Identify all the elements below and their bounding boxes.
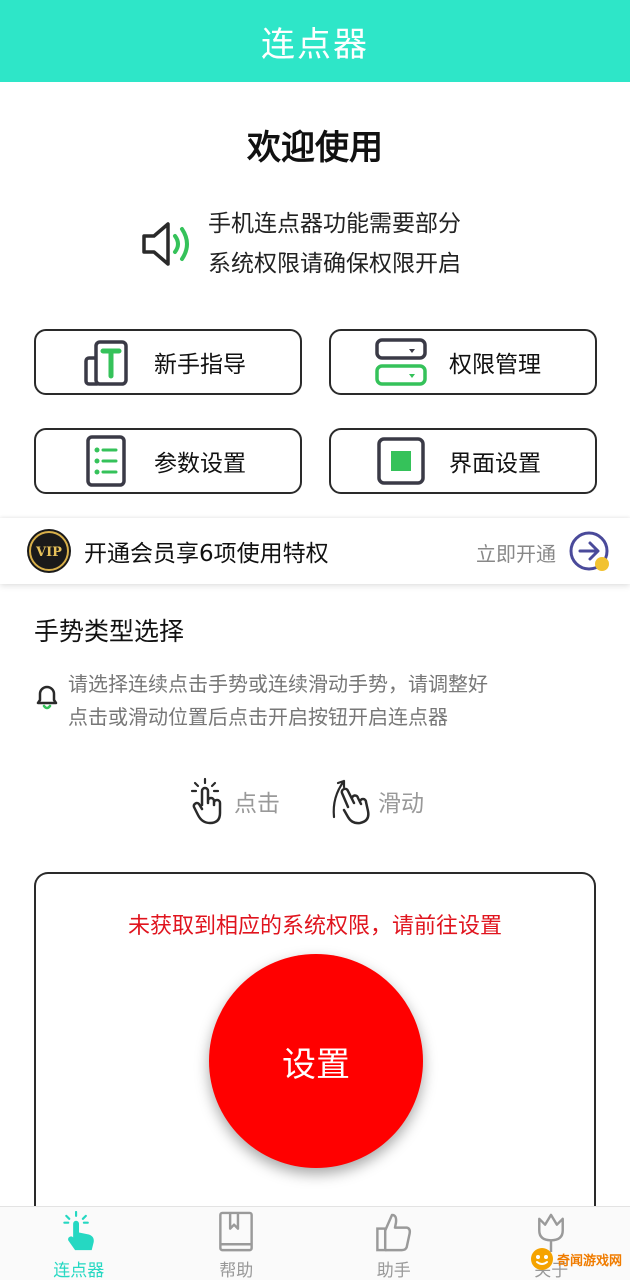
guide-label: 新手指导 bbox=[154, 352, 246, 378]
app-title: 连点器 bbox=[261, 24, 369, 65]
app-bar: 连点器 bbox=[0, 0, 630, 82]
welcome-heading: 欢迎使用 bbox=[247, 128, 383, 168]
guide-button[interactable]: 新手指导 bbox=[34, 329, 302, 395]
vip-open-link[interactable]: 立即开通 bbox=[476, 538, 556, 567]
vip-badge-text: VIP bbox=[35, 545, 62, 560]
watermark-text: 奇闻游戏网 bbox=[556, 1253, 622, 1269]
tap-gesture-label: 点击 bbox=[234, 791, 280, 817]
notice-line-1: 手机连点器功能需要部分 bbox=[208, 211, 461, 237]
hint-line-2: 点击或滑动位置后点击开启按钮开启连点器 bbox=[68, 705, 448, 729]
arrow-right-circle-icon[interactable] bbox=[568, 530, 612, 574]
nav-clicker[interactable]: 连点器 bbox=[0, 1207, 158, 1280]
interface-icon bbox=[377, 437, 425, 485]
vip-banner[interactable]: VIP 开通会员享6项使用特权 立即开通 bbox=[0, 518, 630, 584]
nav-help-label: 帮助 bbox=[219, 1261, 254, 1280]
interface-settings-button[interactable]: 界面设置 bbox=[329, 428, 597, 494]
tap-gesture-option[interactable]: 点击 bbox=[186, 776, 280, 826]
vip-badge-icon: VIP bbox=[27, 529, 71, 573]
bell-icon bbox=[36, 685, 58, 710]
setup-button[interactable]: 设置 bbox=[209, 954, 423, 1168]
gesture-section-title: 手势类型选择 bbox=[34, 617, 185, 646]
permission-warning: 未获取到相应的系统权限，请前往设置 bbox=[127, 914, 502, 939]
list-settings-icon bbox=[86, 435, 126, 487]
nav-help[interactable]: 帮助 bbox=[158, 1207, 316, 1280]
nav-assistant-label: 助手 bbox=[376, 1261, 411, 1280]
setup-button-label: 设置 bbox=[282, 1044, 350, 1085]
swipe-gesture-label: 滑动 bbox=[378, 791, 424, 817]
nav-clicker-label: 连点器 bbox=[53, 1261, 105, 1280]
parameter-settings-label: 参数设置 bbox=[154, 451, 246, 477]
interface-settings-label: 界面设置 bbox=[449, 451, 541, 477]
permission-manage-label: 权限管理 bbox=[449, 352, 541, 378]
swipe-hand-icon bbox=[332, 779, 370, 825]
watermark: 奇闻游戏网 bbox=[529, 1246, 622, 1272]
speaker-icon bbox=[142, 222, 189, 266]
permission-notice: 手机连点器功能需要部分 系统权限请确保权限开启 bbox=[138, 204, 558, 284]
vip-text: 开通会员享6项使用特权 bbox=[84, 541, 329, 567]
permission-manage-button[interactable]: 权限管理 bbox=[329, 329, 597, 395]
swipe-gesture-option[interactable]: 滑动 bbox=[330, 776, 424, 826]
permission-icon bbox=[375, 338, 427, 386]
notice-line-2: 系统权限请确保权限开启 bbox=[208, 251, 461, 277]
guide-icon bbox=[84, 340, 128, 386]
thumbs-up-icon bbox=[375, 1213, 411, 1252]
watermark-logo-icon bbox=[530, 1248, 553, 1270]
hint-line-1: 请选择连续点击手势或连续滑动手势，请调整好 bbox=[68, 672, 488, 696]
parameter-settings-button[interactable]: 参数设置 bbox=[34, 428, 302, 494]
tap-hand-icon bbox=[63, 1211, 94, 1251]
book-icon bbox=[219, 1211, 254, 1252]
nav-assistant[interactable]: 助手 bbox=[315, 1207, 473, 1280]
gesture-hint: 请选择连续点击手势或连续滑动手势，请调整好 点击或滑动位置后点击开启按钮开启连点… bbox=[32, 668, 592, 734]
tap-hand-icon bbox=[190, 777, 222, 825]
